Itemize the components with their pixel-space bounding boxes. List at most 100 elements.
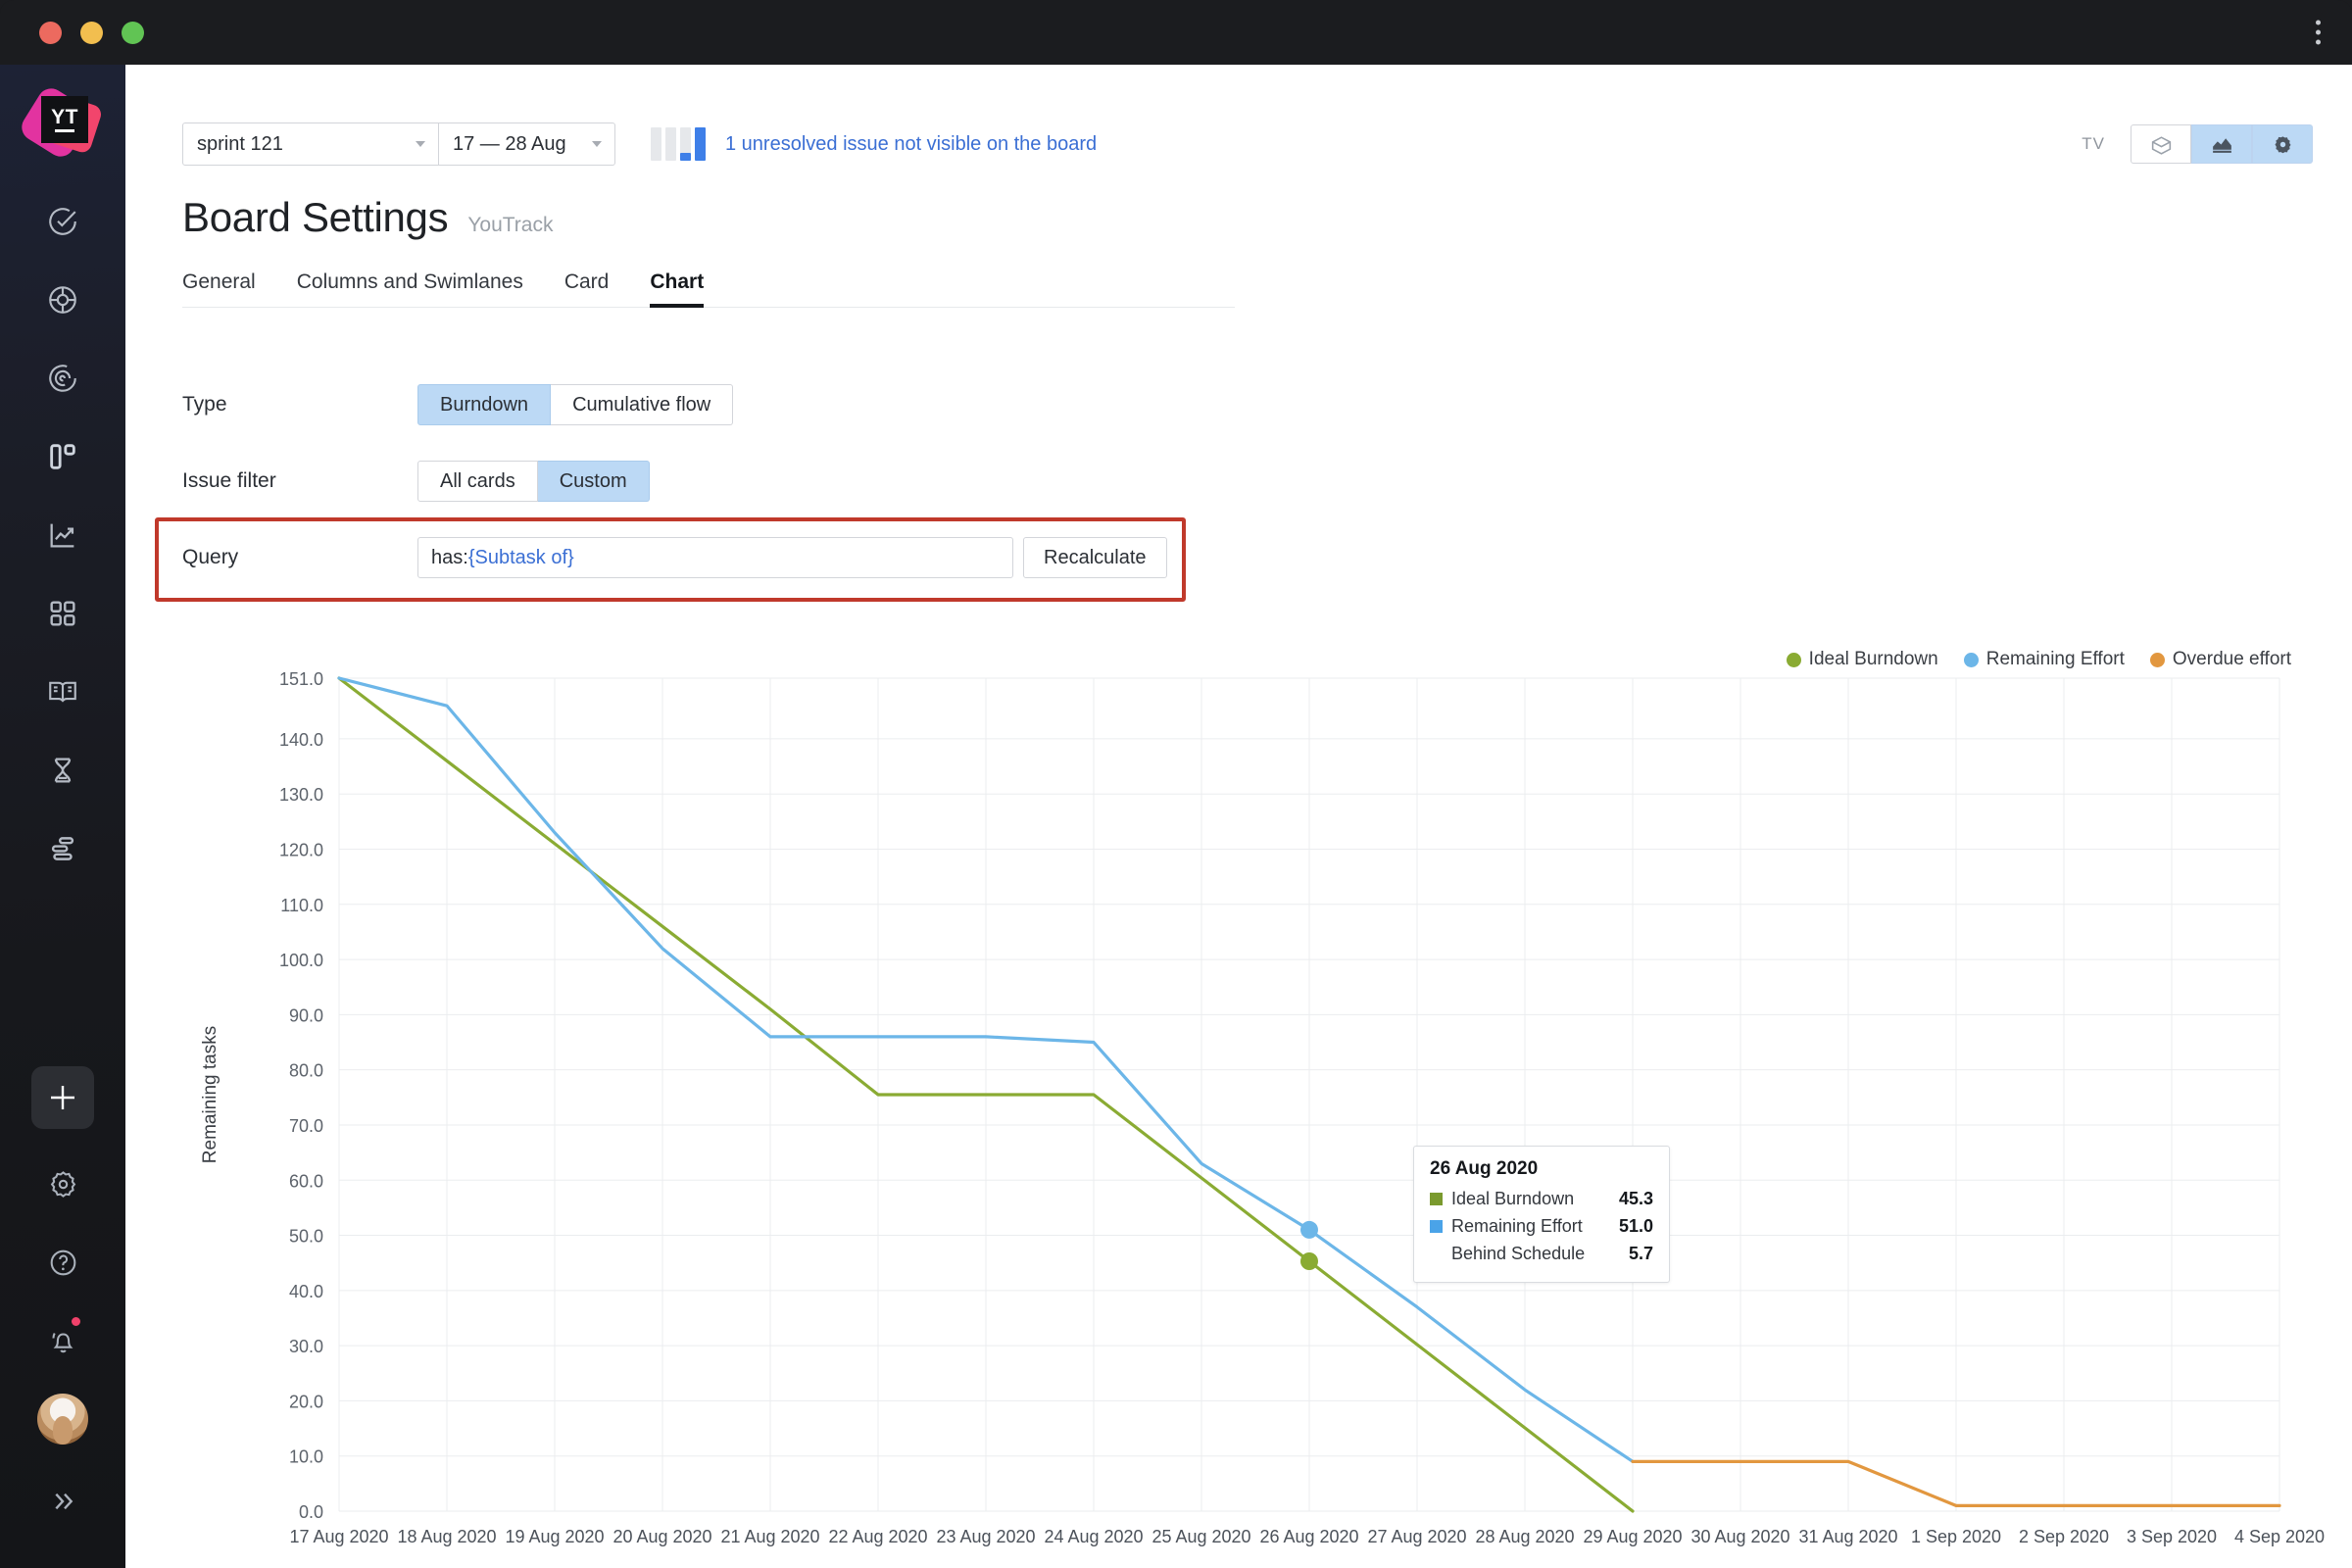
- board-view-button[interactable]: [2131, 124, 2191, 164]
- create-button[interactable]: [31, 1066, 94, 1129]
- svg-text:151.0: 151.0: [279, 669, 323, 689]
- svg-text:26 Aug 2020: 26 Aug 2020: [1259, 1527, 1358, 1546]
- legend-swatch: [2149, 652, 2165, 667]
- svg-text:3 Sep 2020: 3 Sep 2020: [2127, 1527, 2217, 1546]
- svg-text:20 Aug 2020: 20 Aug 2020: [612, 1527, 711, 1546]
- view-mode-group: TV: [2082, 124, 2313, 164]
- svg-text:2 Sep 2020: 2 Sep 2020: [2019, 1527, 2109, 1546]
- sidebar-item-radar[interactable]: [31, 339, 94, 417]
- book-icon: [49, 681, 76, 703]
- sidebar-item-reports[interactable]: [31, 496, 94, 574]
- gear-icon: [50, 1170, 75, 1198]
- gantt-icon: [51, 837, 74, 860]
- sidebar-item-issues[interactable]: [31, 182, 94, 261]
- burndown-chart: Ideal Burndown Remaining Effort Overdue …: [182, 649, 2325, 1568]
- radar-icon: [49, 365, 76, 392]
- left-sidebar: YT: [0, 65, 125, 1568]
- tooltip-value: 51.0: [1618, 1215, 1653, 1236]
- svg-text:100.0: 100.0: [279, 951, 323, 970]
- tv-mode-label[interactable]: TV: [2082, 134, 2105, 154]
- legend-swatch: [1963, 652, 1979, 667]
- svg-text:17 Aug 2020: 17 Aug 2020: [289, 1527, 388, 1546]
- tooltip-value: 45.3: [1618, 1189, 1653, 1208]
- lifebuoy-icon: [49, 286, 76, 314]
- svg-text:70.0: 70.0: [289, 1116, 323, 1136]
- svg-text:23 Aug 2020: 23 Aug 2020: [936, 1527, 1035, 1546]
- svg-text:18 Aug 2020: 18 Aug 2020: [397, 1527, 496, 1546]
- tooltip-swatch-empty: [1430, 1248, 1443, 1260]
- chevrons-right-icon: [55, 1493, 74, 1510]
- tooltip-row-remaining: Remaining Effort 51.0: [1430, 1213, 1653, 1241]
- tooltip-swatch: [1430, 1193, 1443, 1206]
- svg-text:27 Aug 2020: 27 Aug 2020: [1367, 1527, 1466, 1546]
- sprint-select[interactable]: sprint 121: [182, 122, 439, 166]
- minimize-window-button[interactable]: [80, 21, 103, 44]
- legend-label: Ideal Burndown: [1808, 649, 1938, 669]
- sidebar-item-boards[interactable]: [31, 417, 94, 496]
- expand-sidebar-button[interactable]: [31, 1462, 94, 1541]
- settings-button[interactable]: [31, 1145, 94, 1223]
- svg-text:130.0: 130.0: [279, 785, 323, 805]
- help-button[interactable]: [31, 1223, 94, 1301]
- maximize-window-button[interactable]: [122, 21, 144, 44]
- grid-icon: [50, 601, 75, 626]
- svg-text:60.0: 60.0: [289, 1171, 323, 1191]
- tooltip-label: Ideal Burndown: [1451, 1189, 1575, 1208]
- logo-text: YT: [51, 106, 78, 128]
- window-titlebar: [0, 0, 2352, 65]
- tooltip-swatch: [1430, 1220, 1443, 1234]
- legend-item-overdue-effort[interactable]: Overdue effort: [2149, 649, 2291, 670]
- type-option-burndown[interactable]: Burndown: [417, 384, 552, 425]
- notifications-button[interactable]: [31, 1301, 94, 1380]
- query-input[interactable]: has: {Subtask of}: [417, 537, 1013, 578]
- svg-text:40.0: 40.0: [289, 1282, 323, 1301]
- unresolved-issue-notice[interactable]: 1 unresolved issue not visible on the bo…: [725, 133, 1097, 156]
- type-option-cumulative-flow[interactable]: Cumulative flow: [551, 384, 734, 425]
- browser-menu-icon[interactable]: [2310, 15, 2327, 51]
- tab-columns-and-swimlanes[interactable]: Columns and Swimlanes: [297, 270, 523, 308]
- query-label: Query: [182, 546, 239, 568]
- sidebar-item-gantt[interactable]: [31, 809, 94, 888]
- board-toolbar: sprint 121 17 — 28 Aug 1 unresolved issu…: [182, 65, 2313, 172]
- tab-card[interactable]: Card: [564, 270, 610, 308]
- close-window-button[interactable]: [39, 21, 62, 44]
- issue-filter-label: Issue filter: [182, 469, 276, 492]
- sidebar-item-agile-boards[interactable]: [31, 261, 94, 339]
- tooltip-row-ideal: Ideal Burndown 45.3: [1430, 1186, 1653, 1213]
- chart-plot-area: 0.0 10.0 20.0 30.0 40.0 50.0 60.0 70.0 80.0 90.0 1…: [200, 669, 2325, 1546]
- app-window: YT sprint 121 17 — 28 Aug 1 unresolved i…: [0, 0, 2352, 1568]
- tab-general[interactable]: General: [182, 270, 256, 308]
- recalculate-button[interactable]: Recalculate: [1023, 537, 1167, 578]
- chart-tooltip: 26 Aug 2020 Ideal Burndown 45.3 Remainin…: [1413, 1146, 1670, 1283]
- legend-item-remaining-effort[interactable]: Remaining Effort: [1963, 649, 2125, 670]
- svg-text:0.0: 0.0: [299, 1502, 323, 1522]
- svg-text:24 Aug 2020: 24 Aug 2020: [1044, 1527, 1143, 1546]
- notification-badge: [70, 1315, 82, 1328]
- tab-chart[interactable]: Chart: [650, 270, 704, 308]
- svg-text:21 Aug 2020: 21 Aug 2020: [720, 1527, 819, 1546]
- query-field-token: {Subtask of}: [467, 546, 574, 568]
- filter-option-custom[interactable]: Custom: [537, 461, 650, 502]
- settings-view-button[interactable]: [2252, 124, 2313, 164]
- legend-label: Overdue effort: [2172, 649, 2291, 669]
- chart-view-button[interactable]: [2191, 124, 2252, 164]
- filter-option-all-cards[interactable]: All cards: [417, 461, 538, 502]
- query-row: Query has: {Subtask of} Recalculate: [182, 519, 2313, 596]
- sidebar-item-dashboards[interactable]: [31, 574, 94, 653]
- type-toggle-group: Burndown Cumulative flow: [417, 384, 734, 425]
- legend-item-ideal-burndown[interactable]: Ideal Burndown: [1786, 649, 1938, 670]
- sidebar-item-timesheets[interactable]: [31, 731, 94, 809]
- youtrack-logo[interactable]: YT: [17, 83, 104, 163]
- svg-text:30.0: 30.0: [289, 1337, 323, 1356]
- svg-text:20.0: 20.0: [289, 1392, 323, 1411]
- svg-text:31 Aug 2020: 31 Aug 2020: [1798, 1527, 1897, 1546]
- svg-text:28 Aug 2020: 28 Aug 2020: [1475, 1527, 1574, 1546]
- date-range-select[interactable]: 17 — 28 Aug: [439, 122, 615, 166]
- sidebar-item-knowledge-base[interactable]: [31, 653, 94, 731]
- board-icon: [50, 444, 75, 469]
- issue-filter-toggle-group: All cards Custom: [417, 461, 650, 502]
- svg-text:Remaining tasks: Remaining tasks: [200, 1026, 220, 1163]
- page-header: Board Settings YouTrack: [182, 194, 2313, 241]
- avatar[interactable]: [37, 1394, 88, 1445]
- legend-swatch: [1786, 652, 1801, 667]
